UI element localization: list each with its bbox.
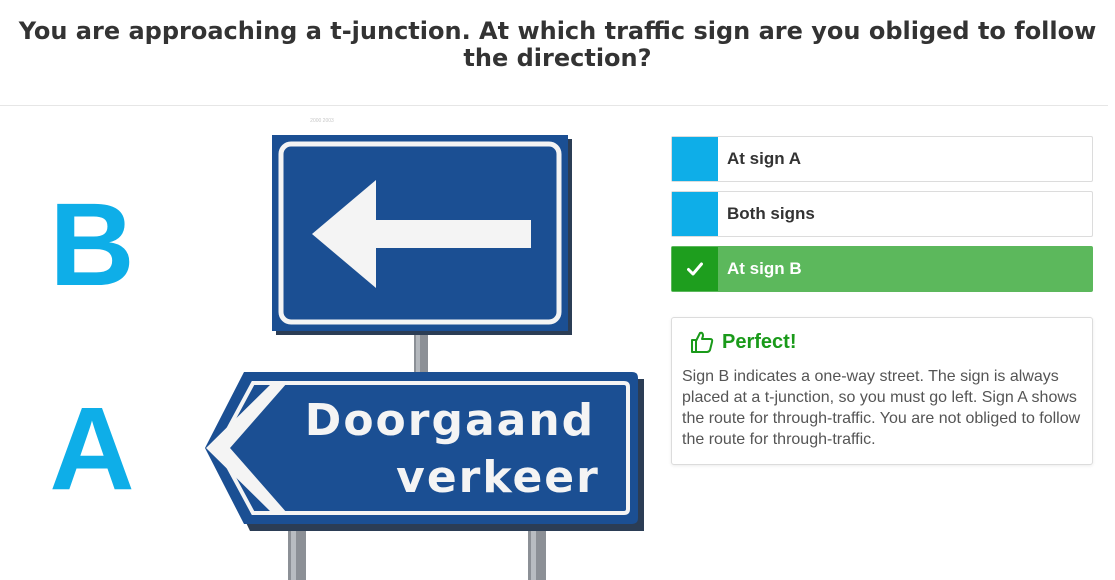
sign-a-through-traffic: Doorgaand verkeer [205,372,644,531]
question-title: You are approaching a t-junction. At whi… [18,17,1097,72]
thumbs-up-icon [691,331,714,353]
answer-option-a[interactable]: At sign A [671,136,1093,182]
answer-option-both[interactable]: Both signs [671,191,1093,237]
answer-marker [672,192,718,236]
feedback-panel: Perfect! Sign B indicates a one-way stre… [671,317,1093,465]
feedback-header: Perfect! [690,330,1082,354]
image-copyright: 2000 2003 [310,118,334,124]
sign-a-line2: verkeer [396,452,600,503]
feedback-explanation: Sign B indicates a one-way street. The s… [682,368,1081,448]
header-divider [0,105,1108,106]
answer-label: Both signs [727,204,815,223]
label-b: B [49,179,134,311]
checkmark-icon [687,262,703,276]
answer-list: At sign A Both signs At sign B [671,136,1093,301]
feedback-title: Perfect! [722,330,797,353]
label-a: A [49,383,134,515]
answer-marker [672,247,718,291]
question-image: 2000 2003 B A Doorgaand verkeer [0,107,660,580]
answer-marker [672,137,718,181]
sign-a-line1: Doorgaand [305,395,595,446]
answer-option-b[interactable]: At sign B [671,246,1093,292]
answer-label: At sign A [727,149,801,168]
sign-b-one-way [272,135,572,335]
answer-label: At sign B [727,259,802,278]
